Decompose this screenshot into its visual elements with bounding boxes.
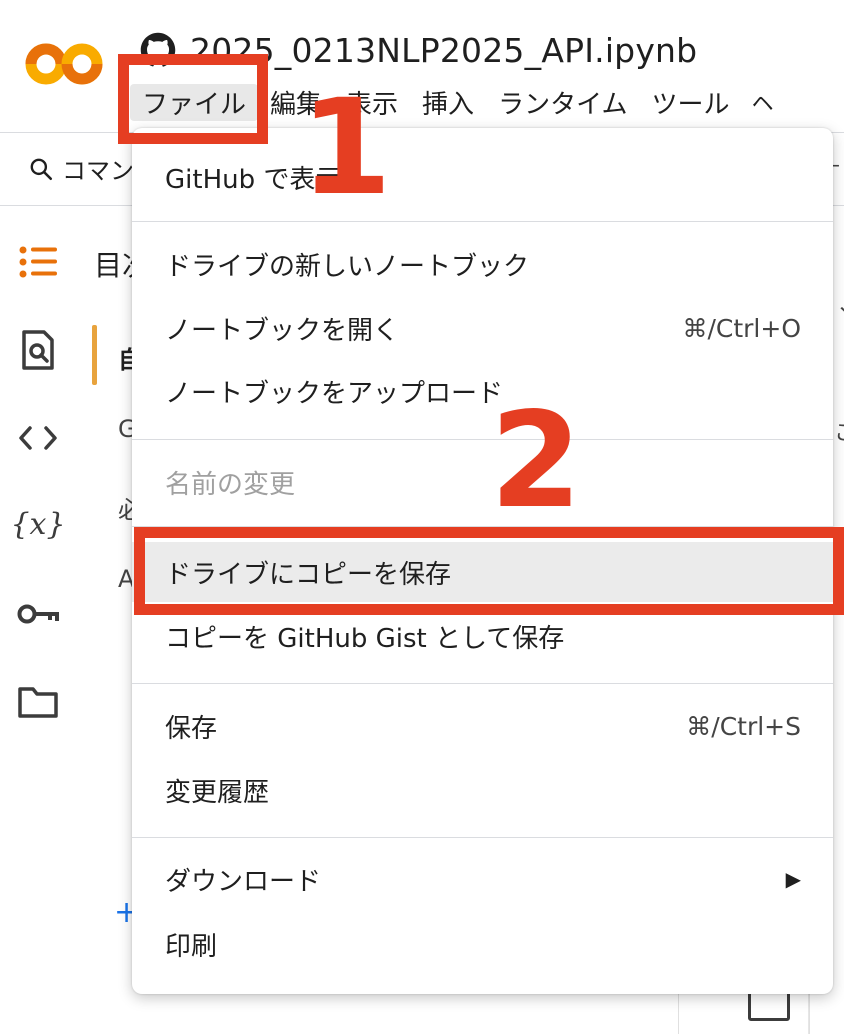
menu-item-label: 変更履歴 [165, 777, 270, 808]
menu-item-label: ダウンロード [165, 866, 322, 897]
menu-item-open-notebook[interactable]: ノートブックを開く ⌘/Ctrl+O [132, 300, 833, 356]
menu-divider [132, 683, 833, 684]
menu-item-save-copy-gist[interactable]: コピーを GitHub Gist として保存 [132, 608, 833, 664]
menu-divider [132, 439, 833, 440]
menu-divider [132, 221, 833, 222]
menu-item-label: 保存 [165, 713, 218, 744]
menu-item-upload-notebook[interactable]: ノートブックをアップロード [132, 363, 833, 419]
menu-item-label: ドライブの新しいノートブック [165, 251, 530, 282]
menu-insert[interactable]: 挿入 [410, 84, 486, 121]
menu-item-new-notebook[interactable]: ドライブの新しいノートブック [132, 236, 833, 292]
command-label: コマン [62, 157, 134, 185]
annotation-number-step1: 1 [300, 71, 392, 225]
menu-tools[interactable]: ツール [640, 84, 742, 121]
secrets-key-icon[interactable] [16, 592, 60, 636]
toc-active-indicator [92, 325, 97, 385]
colab-logo-icon[interactable] [24, 38, 106, 90]
menu-item-label: 名前の変更 [165, 469, 296, 500]
menu-runtime[interactable]: ランタイム [486, 84, 639, 121]
menu-help-partial[interactable]: ヘ [742, 86, 774, 118]
code-snippets-icon[interactable] [16, 416, 60, 460]
chevron-partial-icon[interactable]: ヽ [834, 295, 844, 327]
menu-divider [132, 837, 833, 838]
menu-item-shortcut: ⌘/Ctrl+O [682, 313, 801, 343]
files-folder-icon[interactable] [16, 680, 60, 724]
menu-item-label: ノートブックを開く [165, 315, 400, 346]
menu-item-print[interactable]: 印刷 [132, 916, 833, 972]
menu-item-shortcut: ⌘/Ctrl+S [686, 711, 801, 741]
menu-item-label: ノートブックをアップロード [165, 378, 504, 409]
menu-item-view-on-github[interactable]: GitHub で表示 [132, 149, 833, 205]
menu-item-revision-history[interactable]: 変更履歴 [132, 762, 833, 818]
variables-icon[interactable]: {x} [10, 502, 65, 546]
menu-item-download[interactable]: ダウンロード ▶ [132, 851, 833, 907]
find-in-document-icon[interactable] [16, 328, 60, 372]
annotation-box-step2 [134, 527, 844, 615]
text-fragment: こ [834, 415, 844, 447]
annotation-box-step1 [118, 54, 268, 144]
menu-item-label: 印刷 [165, 931, 218, 962]
menu-item-save[interactable]: 保存 ⌘/Ctrl+S [132, 698, 833, 754]
command-palette-button[interactable]: コマン [28, 151, 134, 186]
submenu-arrow-icon: ▶ [785, 867, 801, 891]
table-of-contents-icon[interactable] [16, 240, 60, 284]
menu-item-rename: 名前の変更 [132, 454, 833, 510]
menu-item-label: コピーを GitHub Gist として保存 [165, 623, 565, 654]
annotation-number-step2: 2 [490, 384, 582, 538]
search-icon [30, 158, 53, 180]
